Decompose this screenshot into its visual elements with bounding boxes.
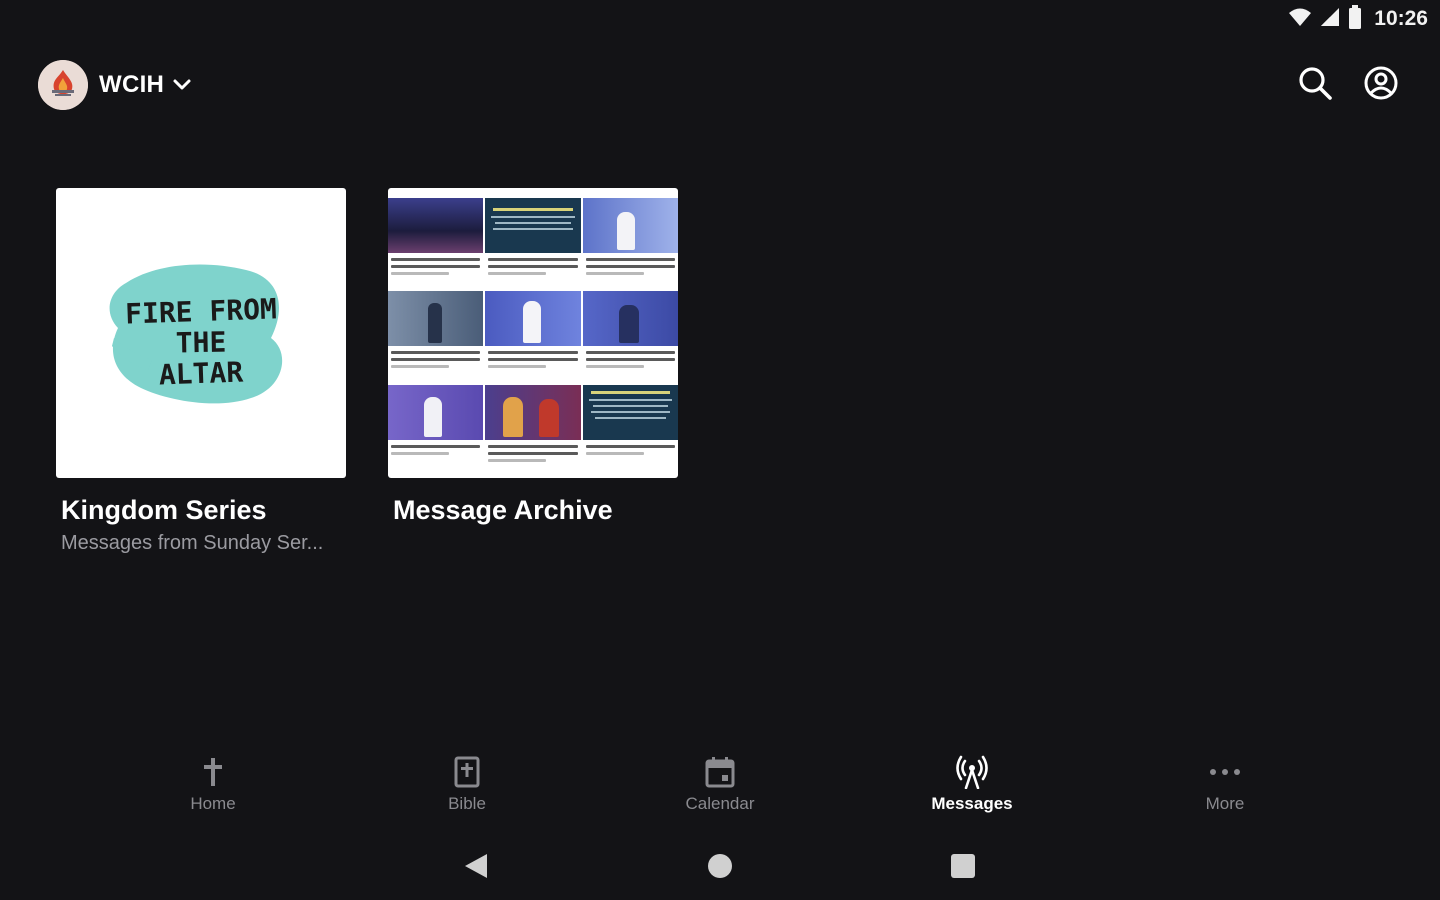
collage-tile	[485, 384, 581, 478]
status-bar: 10:26	[1288, 0, 1428, 38]
back-icon[interactable]	[460, 850, 492, 882]
collage-tile	[485, 198, 581, 291]
account-icon[interactable]	[1362, 64, 1400, 102]
nav-label: Calendar	[685, 794, 755, 813]
collections-grid: FIRE FROM THE ALTAR Kingdom Series Messa…	[56, 188, 678, 555]
collection-card-kingdom-series[interactable]: FIRE FROM THE ALTAR Kingdom Series Messa…	[56, 188, 346, 555]
app-actions	[1296, 64, 1400, 102]
battery-icon	[1348, 4, 1362, 34]
nav-label: More	[1205, 794, 1245, 813]
system-nav-bar	[0, 842, 1440, 888]
app-screen: 10:26 WCIH FIRE FROM THE ALTAR Kingdom S…	[0, 0, 1440, 900]
collage-tile	[388, 384, 484, 478]
broadcast-icon	[956, 752, 988, 792]
collection-card-message-archive[interactable]: Message Archive	[388, 188, 678, 555]
collection-thumbnail	[388, 188, 678, 478]
collage-tile	[582, 291, 678, 384]
org-switcher[interactable]: WCIH	[38, 58, 192, 112]
thumbnail-lettering: FIRE FROM THE ALTAR	[124, 292, 278, 392]
chevron-down-icon	[172, 78, 192, 97]
bible-icon	[453, 752, 481, 792]
collage-tile	[485, 291, 581, 384]
collection-title: Message Archive	[393, 495, 613, 525]
home-circle-icon[interactable]	[704, 850, 736, 882]
collage-tile	[388, 198, 484, 291]
nav-item-calendar[interactable]: Calendar	[650, 752, 790, 826]
collage-tile	[388, 291, 484, 384]
collection-subtitle: Messages from Sunday Ser...	[61, 532, 324, 554]
wifi-icon	[1288, 7, 1312, 32]
org-logo	[38, 60, 88, 110]
collection-title: Kingdom Series	[61, 495, 267, 525]
cross-icon	[202, 752, 224, 792]
recents-square-icon[interactable]	[947, 850, 979, 882]
bottom-nav: Home Bible Calendar Messages More	[0, 752, 1440, 826]
app-bar: WCIH	[38, 56, 1400, 114]
collection-thumbnail: FIRE FROM THE ALTAR	[56, 188, 346, 478]
nav-label: Bible	[448, 794, 486, 813]
nav-item-messages[interactable]: Messages	[902, 752, 1042, 826]
more-dots-icon	[1209, 752, 1241, 792]
nav-item-bible[interactable]: Bible	[397, 752, 537, 826]
collage-tile	[582, 384, 678, 478]
nav-label: Home	[190, 794, 236, 813]
collage-tile	[582, 198, 678, 291]
nav-item-more[interactable]: More	[1155, 752, 1295, 826]
nav-item-home[interactable]: Home	[143, 752, 283, 826]
search-icon[interactable]	[1296, 64, 1334, 102]
calendar-icon	[705, 752, 735, 792]
video-collage	[388, 188, 678, 478]
org-name: WCIH	[99, 71, 165, 98]
cell-signal-icon	[1320, 7, 1340, 32]
nav-label: Messages	[931, 794, 1013, 813]
status-clock: 10:26	[1374, 7, 1428, 30]
